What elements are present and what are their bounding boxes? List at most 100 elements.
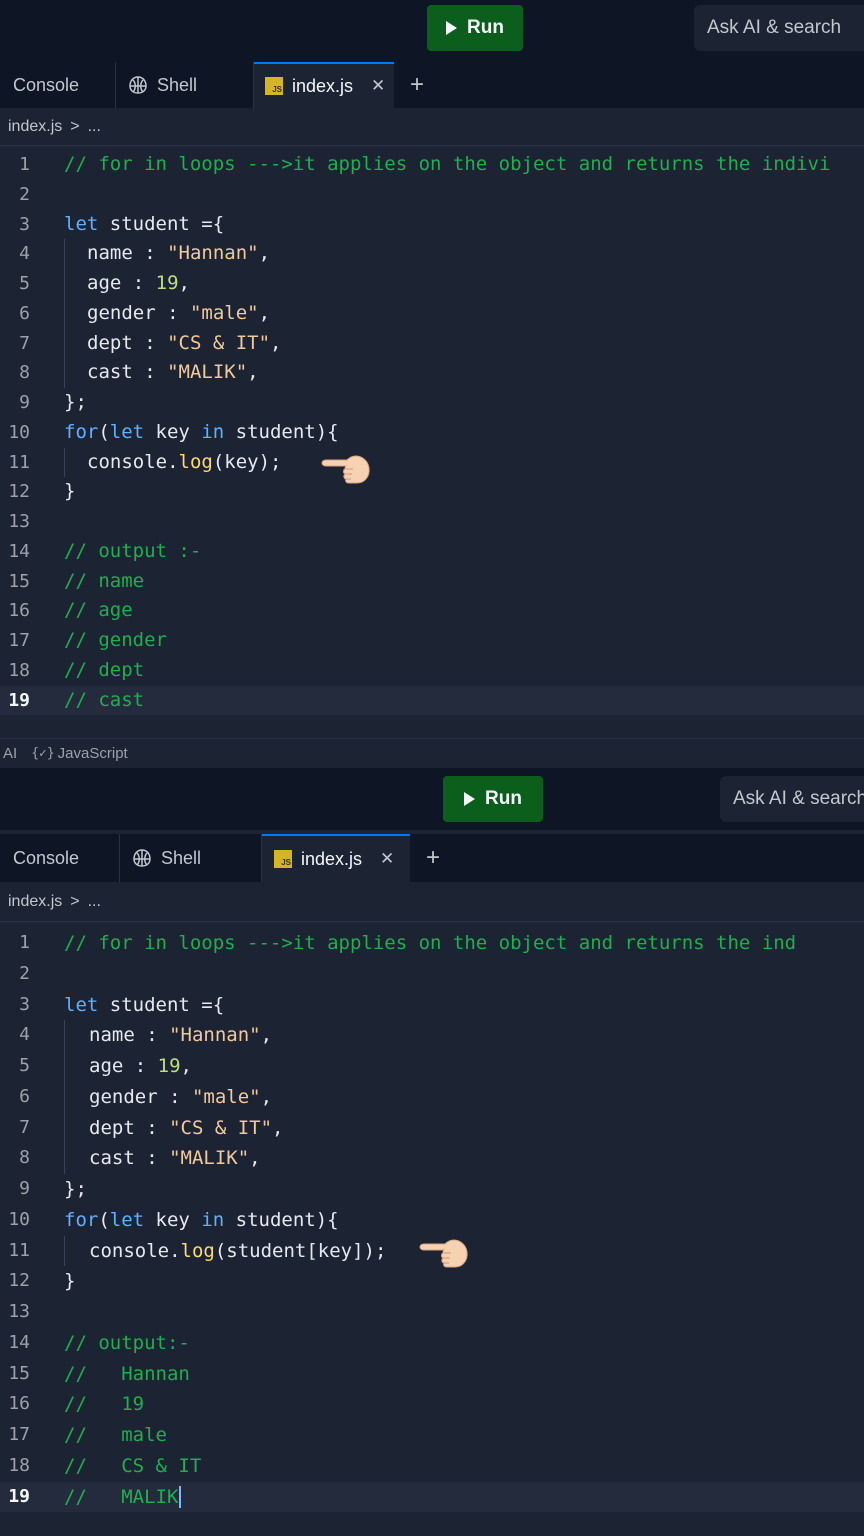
code-text: // cast bbox=[64, 688, 145, 711]
tab-shell-label: Shell bbox=[161, 847, 202, 868]
code-line[interactable]: 11 console.log(key); bbox=[0, 447, 864, 478]
add-tab-icon[interactable]: + bbox=[426, 834, 440, 882]
tab-bar: Console Shell JS index.js ✕ + bbox=[0, 834, 864, 882]
editor-panel-top: Run Ask AI & search Console Shell JS ind… bbox=[0, 0, 864, 768]
tab-console-label: Console bbox=[13, 847, 80, 868]
code-line[interactable]: 7 dept : "CS & IT", bbox=[0, 1112, 864, 1144]
code-line[interactable]: 3 let student ={ bbox=[0, 990, 864, 1021]
tab-shell[interactable]: Shell bbox=[120, 834, 262, 882]
close-icon[interactable]: ✕ bbox=[371, 76, 385, 96]
tab-index-js-label: index.js bbox=[292, 75, 354, 96]
code-line[interactable]: 1 // for in loops --->it applies on the o… bbox=[0, 150, 864, 180]
run-button[interactable]: Run bbox=[443, 776, 543, 822]
tab-console[interactable]: Console bbox=[0, 834, 120, 882]
line-number: 6 bbox=[19, 302, 30, 324]
breadcrumb-more[interactable]: ... bbox=[88, 893, 101, 911]
line-number: 4 bbox=[19, 1024, 30, 1046]
line-number: 10 bbox=[8, 421, 30, 443]
code-line[interactable]: 7 dept : "CS & IT", bbox=[0, 328, 864, 359]
code-line[interactable]: 4 name : "Hannan", bbox=[0, 239, 864, 269]
code-editor[interactable]: 1 // for in loops --->it applies on the o… bbox=[0, 928, 864, 1513]
code-line[interactable]: 9}; bbox=[0, 388, 864, 418]
code-text: // dept bbox=[64, 658, 145, 681]
code-braces-icon: {✓} bbox=[31, 746, 55, 761]
tab-console[interactable]: Console bbox=[0, 62, 116, 108]
code-line[interactable]: 15 // name bbox=[0, 567, 864, 597]
code-text: // age bbox=[64, 599, 133, 622]
tab-index-js[interactable]: JS index.js ✕ bbox=[254, 62, 394, 108]
tab-shell[interactable]: Shell bbox=[116, 62, 254, 108]
line-number: 12 bbox=[8, 1270, 30, 1292]
code-line[interactable]: 17 // male bbox=[0, 1420, 864, 1451]
code-line[interactable]: 15 // Hannan bbox=[0, 1359, 864, 1390]
code-line[interactable]: 9}; bbox=[0, 1174, 864, 1205]
search-placeholder: Ask AI & search bbox=[707, 17, 842, 38]
code-text: // name bbox=[64, 569, 145, 592]
code-line[interactable]: 8 cast : "MALIK", bbox=[0, 1143, 864, 1174]
line-number: 9 bbox=[19, 1178, 30, 1199]
code-line[interactable]: 6 gender : "male", bbox=[0, 1081, 864, 1113]
run-button[interactable]: Run bbox=[427, 5, 523, 51]
code-line[interactable]: 5 age : 19, bbox=[0, 269, 864, 299]
code-line[interactable]: 14 // output :- bbox=[0, 537, 864, 567]
line-number: 14 bbox=[8, 540, 30, 562]
pointing-hand-icon bbox=[321, 455, 370, 484]
code-line[interactable]: 18 // dept bbox=[0, 656, 864, 686]
top-bar: Run Ask AI & search bbox=[0, 0, 864, 62]
ask-ai-search-input[interactable]: Ask AI & search bbox=[720, 776, 864, 822]
code-line[interactable]: 10 for(let key in student){ bbox=[0, 418, 864, 448]
tab-shell-label: Shell bbox=[157, 74, 198, 95]
ask-ai-search-input[interactable]: Ask AI & search bbox=[694, 5, 864, 51]
code-text: console.log(student[key]); bbox=[64, 1235, 386, 1267]
code-line[interactable]: 3 let student ={ bbox=[0, 210, 864, 240]
code-line[interactable]: 13 bbox=[0, 507, 864, 537]
code-text: cast : "MALIK", bbox=[64, 1143, 261, 1174]
line-number: 19 bbox=[8, 689, 30, 711]
status-bar: AI {✓} JavaScript bbox=[0, 738, 864, 768]
line-number: 4 bbox=[19, 243, 30, 265]
code-line[interactable]: 1 // for in loops --->it applies on the o… bbox=[0, 928, 864, 959]
code-line[interactable]: 2 bbox=[0, 180, 864, 210]
breadcrumb-more[interactable]: ... bbox=[88, 118, 101, 136]
line-number: 7 bbox=[19, 332, 30, 354]
code-line[interactable]: 19 // cast bbox=[0, 685, 864, 716]
editor-panel-bottom: Run Ask AI & search Console Shell JS ind… bbox=[0, 768, 864, 1536]
code-editor[interactable]: 1 // for in loops --->it applies on the o… bbox=[0, 150, 864, 716]
code-text: // output:- bbox=[64, 1331, 190, 1354]
code-line[interactable]: 16 // age bbox=[0, 596, 864, 626]
code-text: for(let key in student){ bbox=[64, 420, 339, 443]
code-text: // MALIK bbox=[64, 1482, 182, 1513]
breadcrumb-file[interactable]: index.js bbox=[8, 118, 62, 136]
line-number: 2 bbox=[19, 962, 30, 984]
tab-console-label: Console bbox=[13, 74, 80, 95]
line-number: 1 bbox=[19, 932, 30, 953]
code-line[interactable]: 5 age : 19, bbox=[0, 1051, 864, 1082]
breadcrumb-separator: > bbox=[70, 117, 80, 135]
line-number: 3 bbox=[19, 213, 30, 235]
code-line[interactable]: 13 bbox=[0, 1297, 864, 1328]
add-tab-icon[interactable]: + bbox=[410, 62, 424, 108]
close-icon[interactable]: ✕ bbox=[380, 849, 394, 869]
code-line[interactable]: 4 name : "Hannan", bbox=[0, 1020, 864, 1051]
code-text: // male bbox=[64, 1424, 167, 1446]
code-line[interactable]: 16 // 19 bbox=[0, 1389, 864, 1420]
code-line[interactable]: 12} bbox=[0, 477, 864, 507]
code-line[interactable]: 12} bbox=[0, 1266, 864, 1297]
code-line[interactable]: 17 // gender bbox=[0, 626, 864, 656]
code-line[interactable]: 2 bbox=[0, 959, 864, 990]
status-ai[interactable]: AI bbox=[3, 745, 17, 762]
tab-index-js[interactable]: JS index.js ✕ bbox=[262, 834, 410, 882]
code-line[interactable]: 19 // MALIK bbox=[0, 1481, 864, 1513]
code-line[interactable]: 10 for(let key in student){ bbox=[0, 1205, 864, 1236]
code-line[interactable]: 18 // CS & IT bbox=[0, 1451, 864, 1482]
play-icon bbox=[446, 21, 458, 35]
breadcrumb-file[interactable]: index.js bbox=[8, 893, 62, 911]
line-number: 9 bbox=[19, 392, 30, 413]
code-line[interactable]: 6 gender : "male", bbox=[0, 298, 864, 329]
code-line[interactable]: 14 // output:- bbox=[0, 1328, 864, 1359]
language-indicator[interactable]: {✓} JavaScript bbox=[31, 745, 128, 762]
run-label: Run bbox=[485, 788, 522, 809]
code-text: } bbox=[64, 480, 76, 503]
javascript-file-icon: JS bbox=[265, 77, 283, 95]
code-line[interactable]: 8 cast : "MALIK", bbox=[0, 358, 864, 388]
